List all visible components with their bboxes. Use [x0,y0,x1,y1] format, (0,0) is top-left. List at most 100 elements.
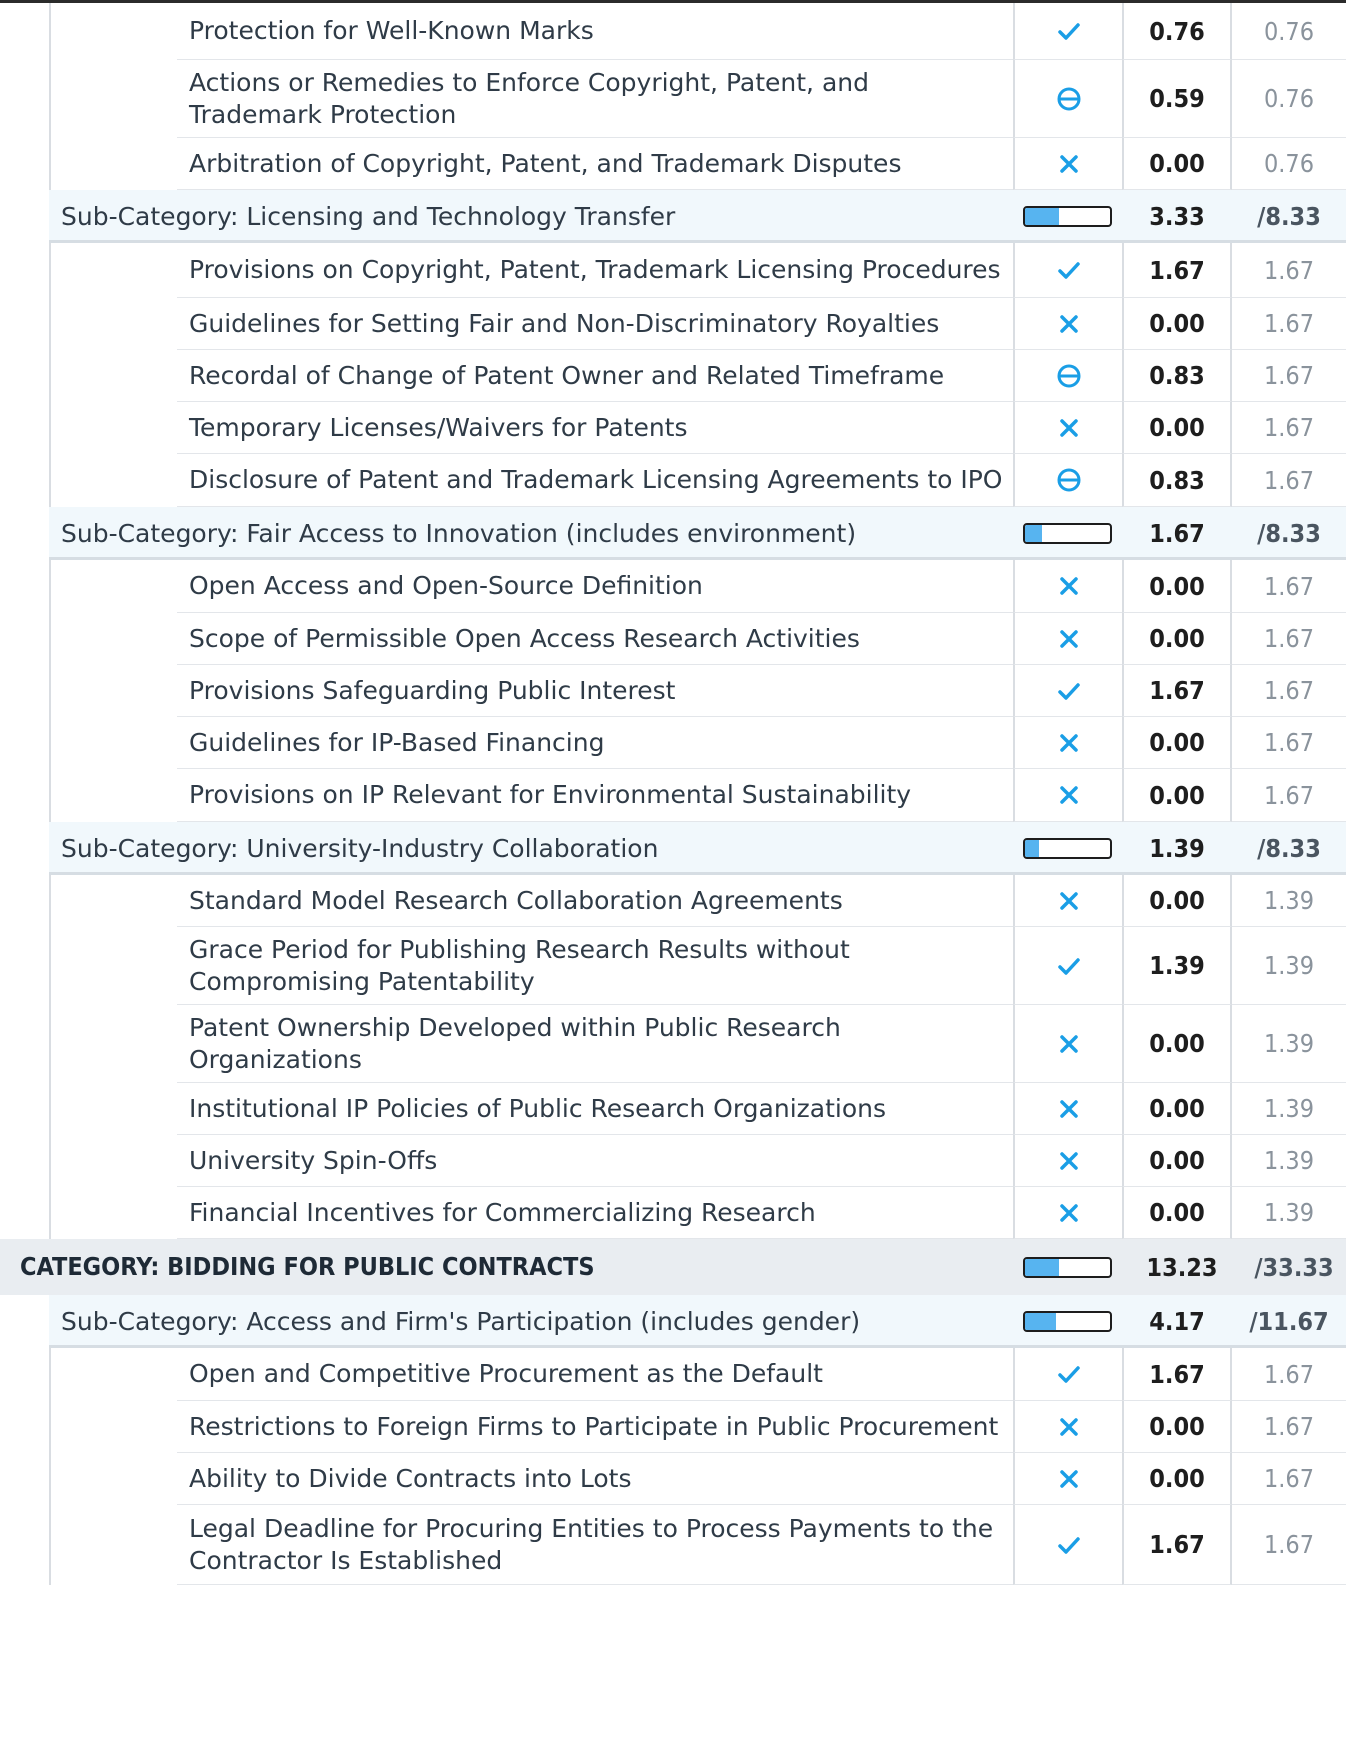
item-row: Standard Model Research Collaboration Ag… [0,875,1346,927]
score-value: 0.83 [1122,454,1232,507]
cross-icon [1059,891,1078,910]
status-cell [1013,769,1122,822]
cross-icon [1059,1417,1078,1436]
indent-guide [49,454,51,507]
status-cell [1013,402,1122,454]
item-row: Scope of Permissible Open Access Researc… [0,613,1346,665]
cross-icon [1059,418,1078,437]
status-cell [1013,60,1122,138]
check-icon [1057,682,1080,700]
status-cell [1013,190,1122,243]
max-score-value: 0.76 [1232,3,1346,60]
item-label: Restrictions to Foreign Firms to Partici… [189,1411,999,1441]
item-row: Legal Deadline for Procuring Entities to… [0,1505,1346,1585]
score-value: 0.83 [1122,350,1232,402]
label-cell: Guidelines for Setting Fair and Non-Disc… [177,298,1013,350]
status-cell [1013,717,1122,769]
label-cell: Restrictions to Foreign Firms to Partici… [177,1401,1013,1453]
status-cell [1013,1348,1122,1401]
cross-icon [1059,629,1078,648]
item-row: Grace Period for Publishing Research Res… [0,927,1346,1005]
score-value: 4.17 [1149,1307,1205,1336]
indent-guide [49,243,51,298]
indent-guide [49,138,51,190]
label-cell: Provisions on IP Relevant for Environmen… [177,769,1013,822]
progress-bar [1023,206,1112,227]
progress-bar [1023,523,1112,544]
subcategory-row[interactable]: Sub-Category: Fair Access to Innovation … [0,507,1346,560]
item-label: Guidelines for IP-Based Financing [189,727,605,757]
item-row: Guidelines for IP-Based Financing 0.00 1.6… [0,717,1346,769]
max-score-value: 1.67 [1232,1453,1346,1505]
item-row: Temporary Licenses/Waivers for Patents 0.… [0,402,1346,454]
label-cell: Guidelines for IP-Based Financing [177,717,1013,769]
item-row: Disclosure of Patent and Trademark Licen… [0,454,1346,507]
max-score-value: 1.39 [1232,1135,1346,1187]
progress-bar-fill [1025,840,1040,857]
score-value: 0.00 [1122,298,1232,350]
max-score-value: 1.67 [1232,560,1346,613]
status-cell [1013,1239,1122,1295]
label-cell: Legal Deadline for Procuring Entities to… [177,1505,1013,1585]
item-row: Restrictions to Foreign Firms to Partici… [0,1401,1346,1453]
item-label: Financial Incentives for Commercializing… [189,1197,816,1227]
progress-bar [1023,1311,1112,1332]
status-cell [1013,560,1122,613]
score-value: 3.33 [1149,202,1205,231]
status-cell [1013,454,1122,507]
max-score-value: 1.39 [1232,1187,1346,1239]
label-cell: Protection for Well-Known Marks [177,3,1013,60]
score-value: 0.00 [1122,717,1232,769]
score-value: 0.59 [1122,60,1232,138]
status-cell [1013,350,1122,402]
category-row[interactable]: CATEGORY: BIDDING FOR PUBLIC CONTRACTS 13… [0,1239,1346,1295]
label-cell: Disclosure of Patent and Trademark Licen… [177,454,1013,507]
subcategory-row[interactable]: Sub-Category: Licensing and Technology T… [0,190,1346,243]
max-score-value: /8.33 [1257,202,1321,231]
max-score-value: 1.67 [1232,1348,1346,1401]
status-cell [1013,875,1122,927]
item-row: Open Access and Open-Source Definition 0.… [0,560,1346,613]
partial-icon [1057,87,1080,110]
score-value: 1.67 [1122,1348,1232,1401]
score-value: 1.67 [1122,665,1232,717]
max-score-value: 1.67 [1232,1401,1346,1453]
cross-icon [1059,1099,1078,1118]
item-label: Provisions on IP Relevant for Environmen… [189,780,912,809]
max-score-value: 1.67 [1232,243,1346,298]
item-label: Institutional IP Policies of Public Rese… [189,1093,886,1123]
label-cell: Open Access and Open-Source Definition [177,560,1013,613]
max-score-value: 1.39 [1232,875,1346,927]
max-score-value: /8.33 [1257,834,1321,863]
indent-guide [49,1135,51,1187]
item-label: Recordal of Change of Patent Owner and R… [189,360,945,390]
item-label: Provisions on Copyright, Patent, Tradema… [189,255,1001,284]
subcategory-row[interactable]: Sub-Category: University-Industry Collab… [0,822,1346,875]
subcategory-row[interactable]: Sub-Category: Access and Firm's Particip… [0,1295,1346,1348]
status-cell [1013,665,1122,717]
cross-icon [1059,733,1078,752]
cross-icon [1059,314,1078,333]
label-cell: Actions or Remedies to Enforce Copyright… [177,60,1013,138]
label-cell: Arbitration of Copyright, Patent, and Tr… [177,138,1013,190]
progress-bar-fill [1025,208,1059,225]
item-label: Scope of Permissible Open Access Researc… [189,623,860,653]
score-value: 1.67 [1122,1505,1232,1585]
item-label: University Spin-Offs [189,1145,438,1175]
max-score-value: 1.39 [1232,1005,1346,1083]
label-cell: Patent Ownership Developed within Public… [177,1005,1013,1083]
max-score-value: 0.76 [1232,60,1346,138]
score-value: 0.00 [1122,613,1232,665]
max-score-value: 1.67 [1232,350,1346,402]
indent-guide [49,875,51,927]
label-cell: Institutional IP Policies of Public Rese… [177,1083,1013,1135]
item-label: Standard Model Research Collaboration Ag… [189,885,843,915]
progress-bar-fill [1025,1313,1056,1330]
subcategory-label: Sub-Category: Fair Access to Innovation … [61,518,857,548]
status-cell [1013,507,1122,560]
indent-guide [49,1453,51,1505]
max-score-value: 1.67 [1232,1505,1346,1585]
item-row: Institutional IP Policies of Public Rese… [0,1083,1346,1135]
max-score-value: 1.39 [1232,927,1346,1005]
label-cell: Financial Incentives for Commercializing… [177,1187,1013,1239]
